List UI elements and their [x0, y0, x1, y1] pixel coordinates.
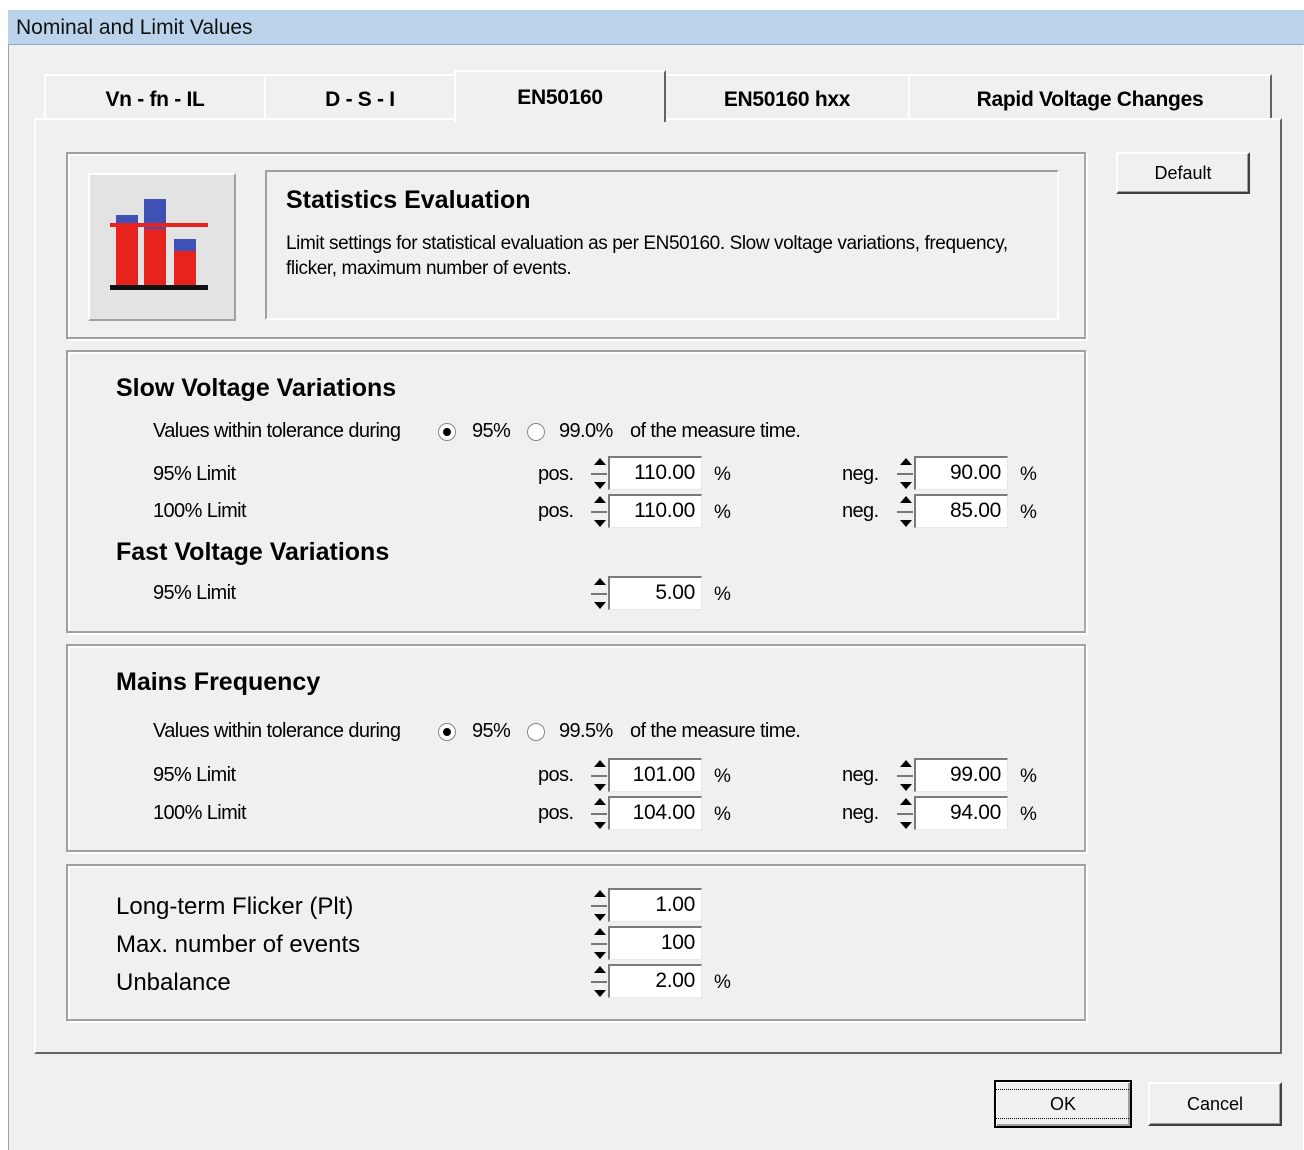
- spinner[interactable]: [590, 963, 608, 1001]
- slow-voltage-option-95: 95%: [472, 420, 511, 442]
- ok-button[interactable]: OK: [994, 1080, 1132, 1128]
- spinner[interactable]: [896, 795, 914, 833]
- mains-frequency-option-95: 95%: [472, 720, 511, 742]
- neg-label: neg.: [842, 463, 879, 485]
- slow-voltage-95-label: 95% Limit: [153, 463, 236, 485]
- mains-frequency-radio-95[interactable]: [438, 723, 456, 741]
- slow-voltage-tolerance-suffix: of the measure time.: [630, 420, 801, 442]
- fast-voltage-95-label: 95% Limit: [153, 582, 236, 604]
- mains-frequency-95-label: 95% Limit: [153, 764, 236, 786]
- mains-frequency-title: Mains Frequency: [116, 668, 321, 696]
- pos-label: pos.: [538, 500, 574, 522]
- spinner[interactable]: [590, 925, 608, 963]
- spinner[interactable]: [590, 757, 608, 795]
- slow-voltage-95-neg-input[interactable]: 90.00: [914, 456, 1008, 490]
- statistics-icon-box: [88, 173, 236, 321]
- default-button[interactable]: Default: [1116, 152, 1250, 194]
- cancel-button-label: Cancel: [1186, 1094, 1244, 1114]
- mains-frequency-option-99: 99.5%: [559, 720, 613, 742]
- mains-frequency-100-pos-input[interactable]: 104.00: [608, 796, 702, 830]
- mains-frequency-95-pos-input[interactable]: 101.00: [608, 758, 702, 792]
- neg-label: neg.: [842, 802, 879, 824]
- bar-chart-limit-icon: [110, 199, 208, 290]
- mains-frequency-95-neg-input[interactable]: 99.00: [914, 758, 1008, 792]
- mains-frequency-100-neg-input[interactable]: 94.00: [914, 796, 1008, 830]
- mains-frequency-tolerance-label: Values within tolerance during: [153, 720, 401, 742]
- mains-frequency-100-label: 100% Limit: [153, 802, 247, 824]
- pos-label: pos.: [538, 463, 574, 485]
- neg-label: neg.: [842, 764, 879, 786]
- unit-label: %: [714, 972, 731, 993]
- header-title: Statistics Evaluation: [286, 186, 531, 214]
- fast-voltage-title: Fast Voltage Variations: [116, 538, 390, 566]
- unbalance-label: Unbalance: [116, 969, 231, 996]
- spinner[interactable]: [590, 493, 608, 531]
- slow-voltage-100-neg-input[interactable]: 85.00: [914, 494, 1008, 528]
- spinner[interactable]: [590, 795, 608, 833]
- unit-label: %: [714, 766, 731, 787]
- fast-voltage-95-input[interactable]: 5.00: [608, 576, 702, 610]
- flicker-input[interactable]: 1.00: [608, 888, 702, 922]
- pos-label: pos.: [538, 764, 574, 786]
- unbalance-input[interactable]: 2.00: [608, 964, 702, 998]
- slow-voltage-100-label: 100% Limit: [153, 500, 247, 522]
- unit-label: %: [714, 464, 731, 485]
- unit-label: %: [1020, 502, 1037, 523]
- slow-voltage-100-pos-input[interactable]: 110.00: [608, 494, 702, 528]
- events-input[interactable]: 100: [608, 926, 702, 960]
- neg-label: neg.: [842, 500, 879, 522]
- slow-voltage-radio-99[interactable]: [527, 423, 545, 441]
- unit-label: %: [1020, 804, 1037, 825]
- unit-label: %: [1020, 464, 1037, 485]
- spinner[interactable]: [896, 455, 914, 493]
- flicker-label: Long-term Flicker (Plt): [116, 893, 354, 920]
- cancel-button[interactable]: Cancel: [1148, 1082, 1282, 1126]
- mains-frequency-tolerance-suffix: of the measure time.: [630, 720, 801, 742]
- slow-voltage-95-pos-input[interactable]: 110.00: [608, 456, 702, 490]
- ok-button-label: OK: [994, 1089, 1132, 1119]
- unit-label: %: [714, 804, 731, 825]
- default-button-label: Default: [1154, 163, 1212, 183]
- slow-voltage-title: Slow Voltage Variations: [116, 374, 397, 402]
- spinner[interactable]: [590, 575, 608, 613]
- pos-label: pos.: [538, 802, 574, 824]
- events-label: Max. number of events: [116, 931, 361, 958]
- mains-frequency-radio-99[interactable]: [527, 723, 545, 741]
- spinner[interactable]: [590, 887, 608, 925]
- slow-voltage-tolerance-label: Values within tolerance during: [153, 420, 401, 442]
- spinner[interactable]: [896, 493, 914, 531]
- spinner[interactable]: [896, 757, 914, 795]
- slow-voltage-radio-95[interactable]: [438, 423, 456, 441]
- unit-label: %: [1020, 766, 1037, 787]
- spinner[interactable]: [590, 455, 608, 493]
- slow-voltage-option-99: 99.0%: [559, 420, 613, 442]
- header-description: Limit settings for statistical evaluatio…: [286, 233, 1008, 279]
- unit-label: %: [714, 584, 731, 605]
- unit-label: %: [714, 502, 731, 523]
